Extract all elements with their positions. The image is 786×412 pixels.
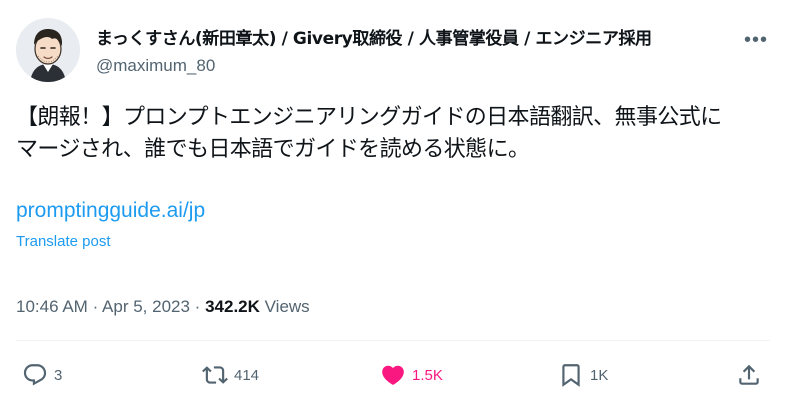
share-icon	[739, 364, 759, 385]
tweet-text-line: マージされ、誰でも日本語でガイドを読める状態に。	[16, 137, 530, 162]
bookmark-button[interactable]: 1K	[558, 355, 608, 395]
tweet-time[interactable]: 10:46 AM	[16, 297, 88, 316]
avatar[interactable]	[16, 18, 80, 82]
retweet-count: 414	[234, 366, 260, 384]
retweet-icon	[202, 366, 228, 384]
like-button[interactable]: 1.5K	[380, 355, 443, 395]
reply-icon	[23, 364, 47, 386]
bookmark-icon	[562, 364, 580, 387]
tweet-meta: 10:46 AM · Apr 5, 2023 · 342.2K Views	[16, 296, 310, 318]
display-name[interactable]: まっくすさん(新田章太) / Givery取締役 / 人事管掌役員 / エンジニ…	[96, 28, 726, 50]
translate-post-link[interactable]: Translate post	[16, 232, 111, 252]
like-count: 1.5K	[412, 366, 443, 384]
tweet-date[interactable]: Apr 5, 2023	[102, 297, 190, 316]
views-count: 342.2K	[205, 297, 260, 316]
meta-separator: ·	[194, 297, 201, 316]
reply-button[interactable]: 3	[22, 355, 62, 395]
avatar-illustration	[16, 18, 80, 82]
share-button[interactable]	[736, 355, 762, 395]
meta-separator: ·	[92, 297, 99, 316]
views-label: Views	[264, 297, 310, 316]
tweet-text-line: 【朗報！】プロンプトエンジニアリングガイドの日本語翻訳、無事公式に	[16, 105, 722, 130]
handle[interactable]: @maximum_80	[96, 55, 215, 77]
retweet-button[interactable]: 414	[202, 355, 259, 395]
heart-icon	[382, 365, 404, 385]
more-options-button[interactable]: •••	[742, 26, 770, 54]
more-horizontal-icon: •••	[743, 28, 768, 51]
divider	[16, 340, 770, 341]
tweet-link[interactable]: promptingguide.ai/jp	[16, 197, 205, 225]
tweet-text: 【朗報！】プロンプトエンジニアリングガイドの日本語翻訳、無事公式に マージされ、…	[16, 102, 776, 166]
action-bar: 3 414 1.5K 1K	[0, 355, 786, 395]
tweet-card: まっくすさん(新田章太) / Givery取締役 / 人事管掌役員 / エンジニ…	[0, 0, 786, 412]
reply-count: 3	[54, 366, 63, 384]
bookmark-count: 1K	[590, 366, 609, 384]
